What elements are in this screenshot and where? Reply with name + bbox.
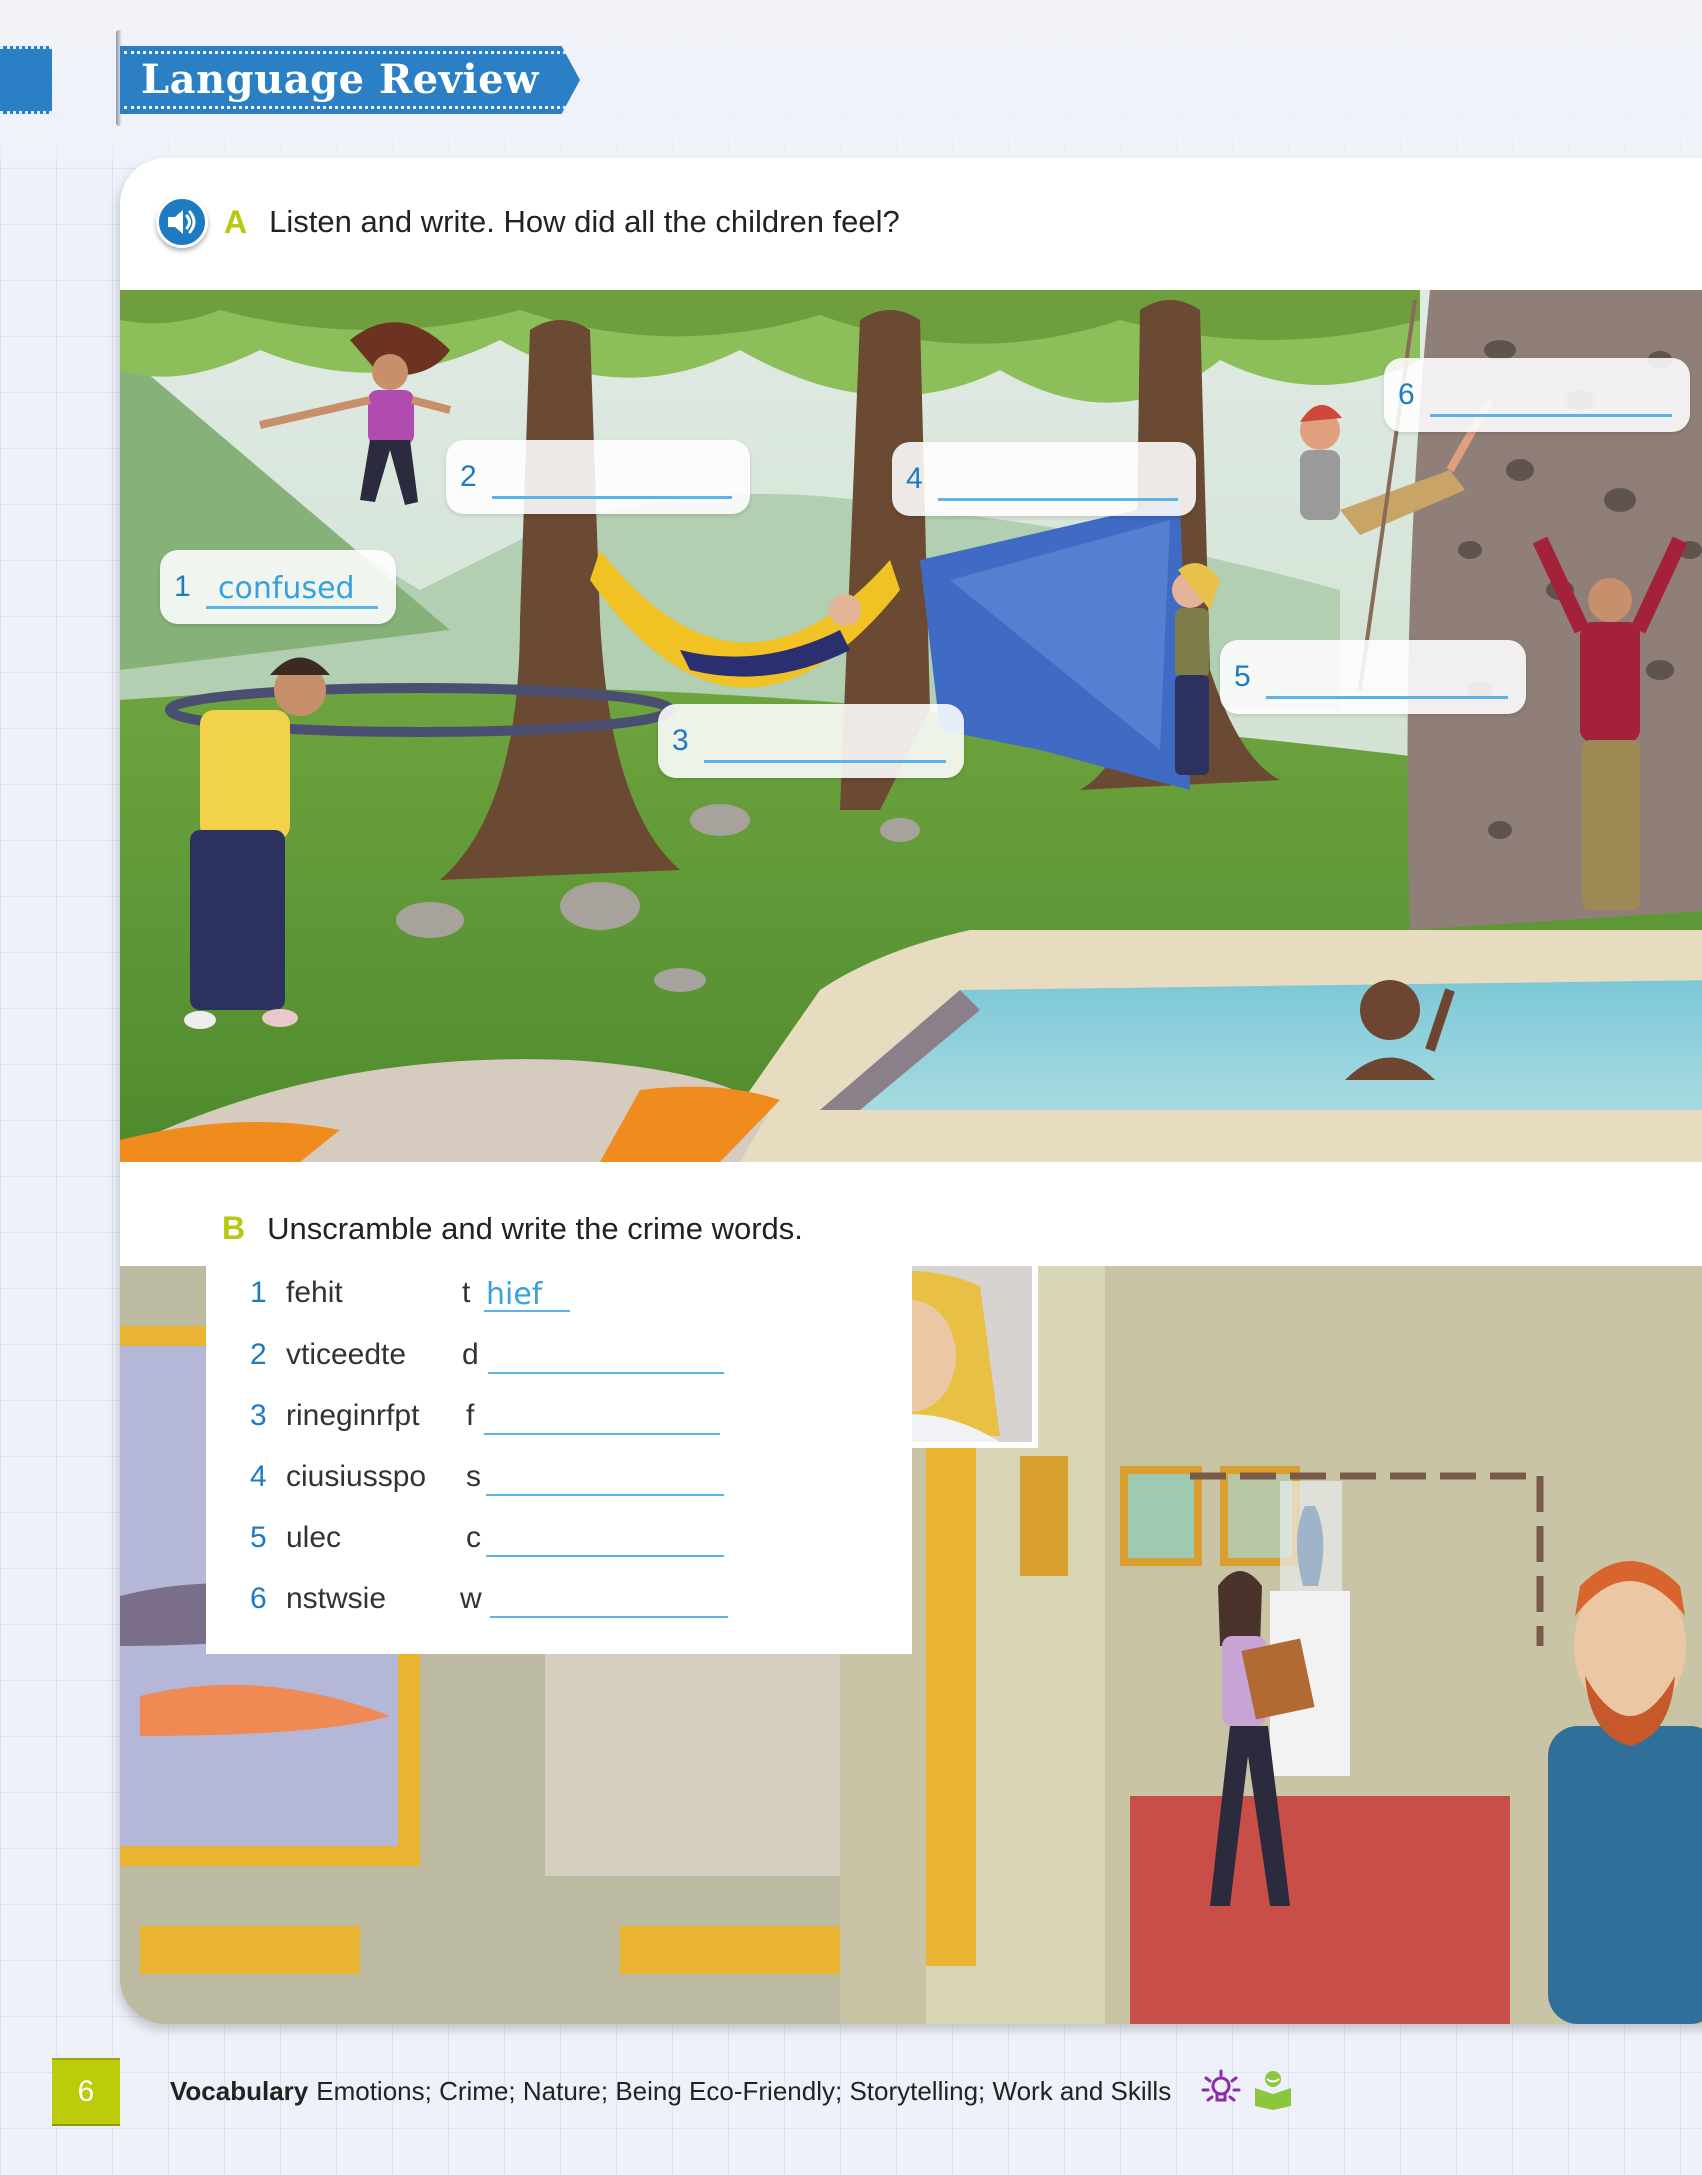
- answer-field[interactable]: [484, 1395, 720, 1435]
- scrambled-word: ulec: [286, 1521, 342, 1554]
- answer-box-1: 1 confused: [160, 550, 396, 624]
- item-number: 6: [250, 1582, 267, 1615]
- plaque: [620, 1926, 850, 1974]
- first-letter: t: [462, 1276, 471, 1309]
- instruction-b: B Unscramble and write the crime words.: [222, 1210, 803, 1247]
- scrambled-word: ciusiusspo: [286, 1460, 427, 1493]
- first-letter: w: [460, 1582, 482, 1615]
- exercise-letter-a: A: [224, 203, 248, 240]
- vocabulary-footer: Vocabulary Emotions; Crime; Nature; Being…: [170, 2076, 1171, 2107]
- vocabulary-topics: Emotions; Crime; Nature; Being Eco-Frien…: [316, 2076, 1172, 2106]
- scrambled-word: nstwsie: [286, 1582, 387, 1615]
- instruction-a-text: Listen and write. How did all the childr…: [269, 204, 900, 239]
- answer-box-5: 5: [1220, 640, 1526, 714]
- answer-field-6[interactable]: [1430, 373, 1672, 417]
- page-title: Language Review: [141, 56, 539, 103]
- item-number: 3: [250, 1399, 267, 1432]
- answer-number: 1: [174, 570, 191, 603]
- answer-text: confused: [218, 571, 355, 606]
- scrambled-word: vticeedte: [286, 1338, 407, 1371]
- answer-field[interactable]: [490, 1578, 728, 1618]
- lightbulb-icon: [1201, 2069, 1241, 2102]
- answer-number: 5: [1234, 660, 1251, 693]
- item-number: 2: [250, 1338, 267, 1371]
- answer-field-4[interactable]: [938, 457, 1178, 501]
- speaker-icon: [168, 210, 196, 234]
- answer-box-4: 4: [892, 442, 1196, 516]
- answer-number: 2: [460, 460, 477, 493]
- answer-number: 4: [906, 462, 923, 495]
- answer-number: 6: [1398, 378, 1415, 411]
- item-number: 4: [250, 1460, 267, 1493]
- answer-field-5[interactable]: [1266, 655, 1508, 699]
- instruction-b-text: Unscramble and write the crime words.: [267, 1210, 803, 1246]
- scrambled-word: rineginrfpt: [286, 1399, 420, 1432]
- exercise-letter-b: B: [222, 1210, 246, 1246]
- answer-field[interactable]: [486, 1456, 724, 1496]
- answer-box-6: 6: [1384, 358, 1690, 432]
- answer-number: 3: [672, 724, 689, 757]
- first-letter: f: [466, 1399, 475, 1432]
- reading-child-icon: [1255, 2071, 1291, 2110]
- item-number: 5: [250, 1521, 267, 1554]
- footer-icons: [1200, 2068, 1294, 2110]
- answer-box-3: 3: [658, 704, 964, 778]
- section-header-ribbon: Language Review: [120, 46, 580, 114]
- answer-field-2[interactable]: [492, 455, 732, 499]
- first-letter: d: [462, 1338, 479, 1371]
- ribbon-stub: [0, 46, 52, 114]
- answer-field[interactable]: hief: [484, 1272, 570, 1312]
- audio-play-button[interactable]: [156, 196, 208, 248]
- first-letter: c: [466, 1521, 481, 1554]
- first-letter: s: [466, 1460, 481, 1493]
- scrambled-word: fehit: [286, 1276, 343, 1309]
- red-carpet: [1130, 1796, 1510, 2024]
- answer-box-2: 2: [446, 440, 750, 514]
- answer-field-3[interactable]: [704, 719, 946, 763]
- vase: [1296, 1506, 1324, 1586]
- vocabulary-label: Vocabulary: [170, 2076, 309, 2106]
- answer-field[interactable]: [488, 1334, 724, 1374]
- park-illustration: 1 confused 2 3 4 5 6: [120, 290, 1702, 1162]
- crime-words-list: 1 fehit t hief 2 vticeedte d 3 rineginrf…: [206, 1266, 912, 1654]
- item-number: 1: [250, 1276, 267, 1309]
- instruction-a: A Listen and write. How did all the chil…: [156, 196, 900, 248]
- door-frame: [926, 1446, 976, 1966]
- missing-painting-spot: [545, 1646, 890, 1876]
- answer-text: hief: [486, 1277, 543, 1312]
- page-number: 6: [52, 2058, 120, 2126]
- plaque: [140, 1926, 360, 1974]
- exercise-card: A Listen and write. How did all the chil…: [120, 158, 1702, 2024]
- answer-field[interactable]: [486, 1517, 724, 1557]
- answer-field-1[interactable]: confused: [206, 565, 378, 609]
